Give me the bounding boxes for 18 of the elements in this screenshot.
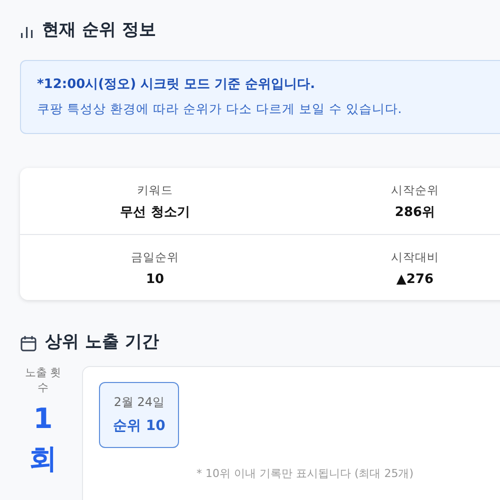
stat-label: 키워드 (136, 182, 174, 199)
stat-value: ▲276 (395, 270, 435, 289)
notice-detail: 쿠팡 특성상 환경에 따라 순위가 다소 다르게 보일 수 있습니다. (37, 100, 403, 118)
count-label: 노출 횟수 (24, 366, 62, 396)
stat-value: 286위 (394, 204, 436, 222)
footnote: * 10위 이내 기록만 표시됩니다 (최대 25개) (195, 466, 415, 482)
stat-value: 10 (144, 270, 166, 289)
record-rank: 순위 10 (113, 416, 166, 436)
notice-headline: *12:00시(정오) 시크릿 모드 기준 순위입니다. (37, 76, 316, 94)
stat-label: 금일순위 (130, 248, 180, 266)
stat-label: 시작순위 (390, 182, 440, 199)
section-title: 상위 노출 기간 (45, 331, 159, 354)
stat-label: 시작대비 (390, 248, 440, 266)
stat-value: 무선 청소기 (119, 204, 191, 222)
calendar-icon (20, 334, 37, 352)
record-date: 2월 24일 (113, 394, 166, 411)
section-title: 현재 순위 정보 (42, 19, 156, 42)
exposure-count: 1회 (28, 401, 58, 477)
